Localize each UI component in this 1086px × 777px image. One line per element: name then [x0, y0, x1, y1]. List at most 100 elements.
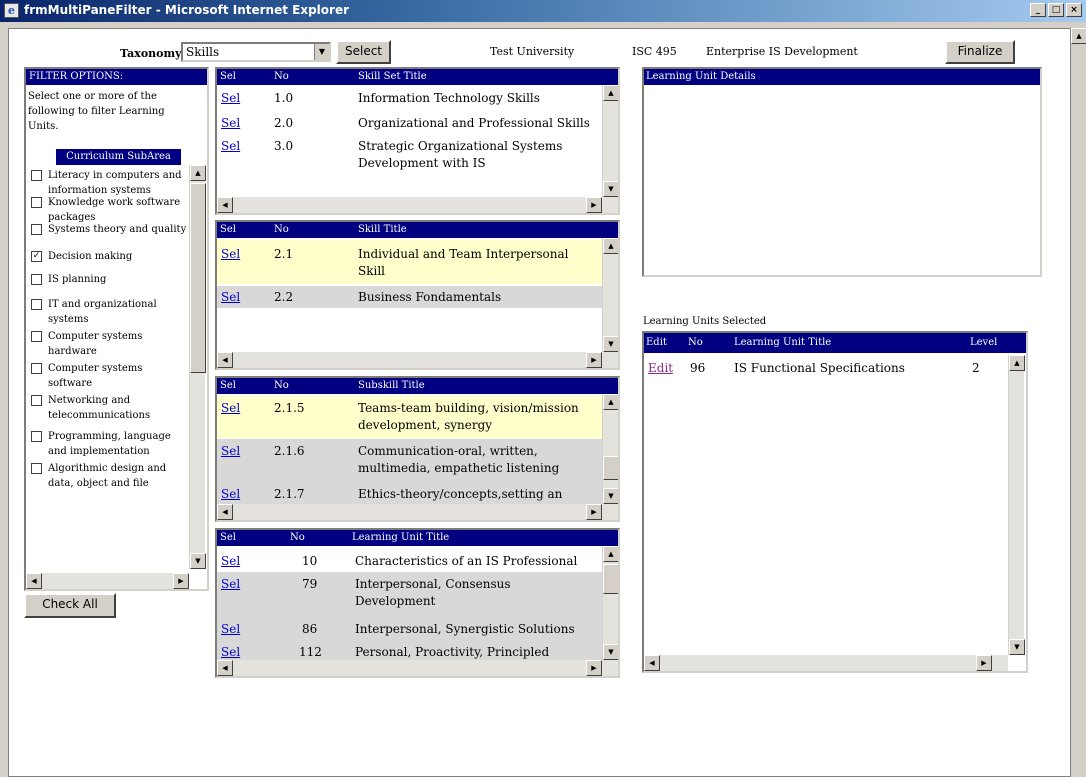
taxonomy-select[interactable]: Skills ▼	[181, 42, 331, 62]
check-all-button[interactable]: Check All	[24, 593, 116, 618]
row-number: 3.0	[274, 139, 294, 153]
scroll-left-icon[interactable]: ◀	[217, 197, 233, 213]
scroll-up-icon[interactable]: ▲	[603, 85, 618, 101]
scroll-right-icon[interactable]: ▶	[976, 655, 992, 671]
column-header-title: Subskill Title	[358, 380, 425, 391]
window-vertical-scrollbar[interactable]: ▲	[1071, 28, 1086, 777]
scroll-down-icon[interactable]: ▼	[603, 336, 618, 352]
skill-set-vertical-scrollbar[interactable]: ▲ ▼	[602, 85, 618, 197]
scroll-right-icon[interactable]: ▶	[586, 197, 602, 213]
filter-checkbox[interactable]	[31, 170, 42, 181]
skill-set-header: Sel No Skill Set Title	[217, 69, 618, 85]
filter-option-label: Programming, language and implementation	[48, 431, 171, 457]
sel-link[interactable]: Sel	[221, 400, 240, 417]
selected-horizontal-scrollbar[interactable]: ◀ ▶	[644, 655, 1008, 671]
filter-header: FILTER OPTIONS:	[26, 69, 207, 85]
row-title: Strategic Organizational Systems Develop…	[358, 139, 563, 170]
subskill-vertical-scrollbar[interactable]: ▲ ▼	[602, 394, 618, 504]
filter-checkbox[interactable]: ✓	[31, 251, 42, 262]
filter-checkbox[interactable]	[31, 224, 42, 235]
finalize-button[interactable]: Finalize	[945, 40, 1015, 64]
skill-header: Sel No Skill Title	[217, 222, 618, 238]
scroll-down-icon[interactable]: ▼	[190, 553, 206, 569]
subskill-panel: Sel No Subskill Title Sel 2.1.5 Teams-te…	[215, 376, 620, 522]
sel-link[interactable]: Sel	[221, 621, 240, 638]
scroll-down-icon[interactable]: ▼	[1009, 639, 1025, 655]
scroll-down-icon[interactable]: ▼	[603, 181, 618, 197]
skill-panel: Sel No Skill Title Sel 2.1 Individual an…	[215, 220, 620, 370]
sel-link[interactable]: Sel	[221, 486, 240, 503]
skill-set-horizontal-scrollbar[interactable]: ◀ ▶	[217, 197, 618, 213]
filter-checkbox[interactable]	[31, 431, 42, 442]
sel-link[interactable]: Sel	[221, 115, 240, 132]
selected-vertical-scrollbar[interactable]: ▲ ▼	[1008, 355, 1025, 655]
chevron-down-icon[interactable]: ▼	[314, 44, 329, 60]
scroll-down-icon[interactable]: ▼	[603, 644, 618, 660]
row-number: 2.1.6	[274, 444, 305, 458]
sel-link[interactable]: Sel	[221, 553, 240, 570]
filter-vertical-scrollbar[interactable]: ▲ ▼	[189, 165, 206, 569]
column-header-no: No	[274, 224, 289, 235]
sel-link[interactable]: Sel	[221, 576, 240, 593]
subskill-horizontal-scrollbar[interactable]: ◀ ▶	[217, 504, 618, 520]
sel-link[interactable]: Sel	[221, 90, 240, 107]
window-title: frmMultiPaneFilter - Microsoft Internet …	[24, 3, 350, 17]
scroll-right-icon[interactable]: ▶	[173, 573, 189, 589]
skill-vertical-scrollbar[interactable]: ▲ ▼	[602, 238, 618, 352]
scroll-thumb[interactable]	[603, 456, 618, 480]
window-titlebar: e frmMultiPaneFilter - Microsoft Interne…	[0, 0, 1086, 22]
filter-checkbox[interactable]	[31, 463, 42, 474]
filter-checkbox[interactable]	[31, 274, 42, 285]
scroll-down-icon[interactable]: ▼	[603, 488, 618, 504]
column-header-level: Level	[970, 337, 998, 348]
close-button[interactable]: ×	[1066, 3, 1082, 17]
filter-checkbox[interactable]	[31, 395, 42, 406]
scroll-thumb[interactable]	[603, 564, 618, 594]
scroll-up-icon[interactable]: ▲	[1009, 355, 1025, 371]
filter-option-label: Computer systems hardware	[48, 331, 143, 357]
filter-checkbox[interactable]	[31, 363, 42, 374]
column-header-sel: Sel	[220, 532, 236, 543]
scroll-right-icon[interactable]: ▶	[586, 660, 602, 676]
row-number: 86	[302, 622, 318, 636]
filter-option-label: Knowledge work software packages	[48, 197, 181, 223]
scroll-right-icon[interactable]: ▶	[586, 352, 602, 368]
filter-checkbox[interactable]	[31, 197, 42, 208]
row-title: Interpersonal, Synergistic Solutions	[355, 622, 575, 636]
sel-link[interactable]: Sel	[221, 246, 240, 263]
column-header-sel: Sel	[220, 380, 236, 391]
sel-link[interactable]: Sel	[221, 644, 240, 661]
scroll-up-icon[interactable]: ▲	[603, 238, 618, 254]
edit-link[interactable]: Edit	[648, 360, 673, 377]
scroll-up-icon[interactable]: ▲	[190, 165, 206, 181]
skill-horizontal-scrollbar[interactable]: ◀ ▶	[217, 352, 618, 368]
sel-link[interactable]: Sel	[221, 138, 240, 155]
scroll-up-icon[interactable]: ▲	[1071, 28, 1086, 44]
scroll-left-icon[interactable]: ◀	[644, 655, 660, 671]
filter-horizontal-scrollbar[interactable]: ◀ ▶	[26, 573, 189, 589]
learning-units-vertical-scrollbar[interactable]: ▲ ▼	[602, 546, 618, 660]
learning-unit-details-header: Learning Unit Details	[644, 69, 1040, 85]
sel-link[interactable]: Sel	[221, 289, 240, 306]
row-title: Communication-oral, written, multimedia,…	[358, 444, 560, 475]
row-title: Business Fondamentals	[358, 290, 502, 304]
restore-button[interactable]: □	[1048, 3, 1064, 17]
filter-checkbox[interactable]	[31, 299, 42, 310]
select-button[interactable]: Select	[336, 40, 391, 64]
scroll-up-icon[interactable]: ▲	[603, 394, 618, 410]
scroll-left-icon[interactable]: ◀	[26, 573, 42, 589]
sel-link[interactable]: Sel	[221, 443, 240, 460]
learning-units-horizontal-scrollbar[interactable]: ◀ ▶	[217, 660, 618, 676]
minimize-button[interactable]: _	[1030, 3, 1046, 17]
filter-option-label: Literacy in computers and information sy…	[48, 170, 182, 196]
scroll-left-icon[interactable]: ◀	[217, 504, 233, 520]
scroll-left-icon[interactable]: ◀	[217, 352, 233, 368]
filter-checkbox[interactable]	[31, 331, 42, 342]
row-title: Teams-team building, vision/mission deve…	[358, 401, 579, 432]
scroll-left-icon[interactable]: ◀	[217, 660, 233, 676]
scroll-thumb[interactable]	[190, 183, 206, 373]
scroll-right-icon[interactable]: ▶	[586, 504, 602, 520]
scroll-up-icon[interactable]: ▲	[603, 546, 618, 562]
learning-units-selected-header: Edit No Learning Unit Title Level	[644, 333, 1026, 353]
course-name: Enterprise IS Development	[706, 45, 858, 58]
